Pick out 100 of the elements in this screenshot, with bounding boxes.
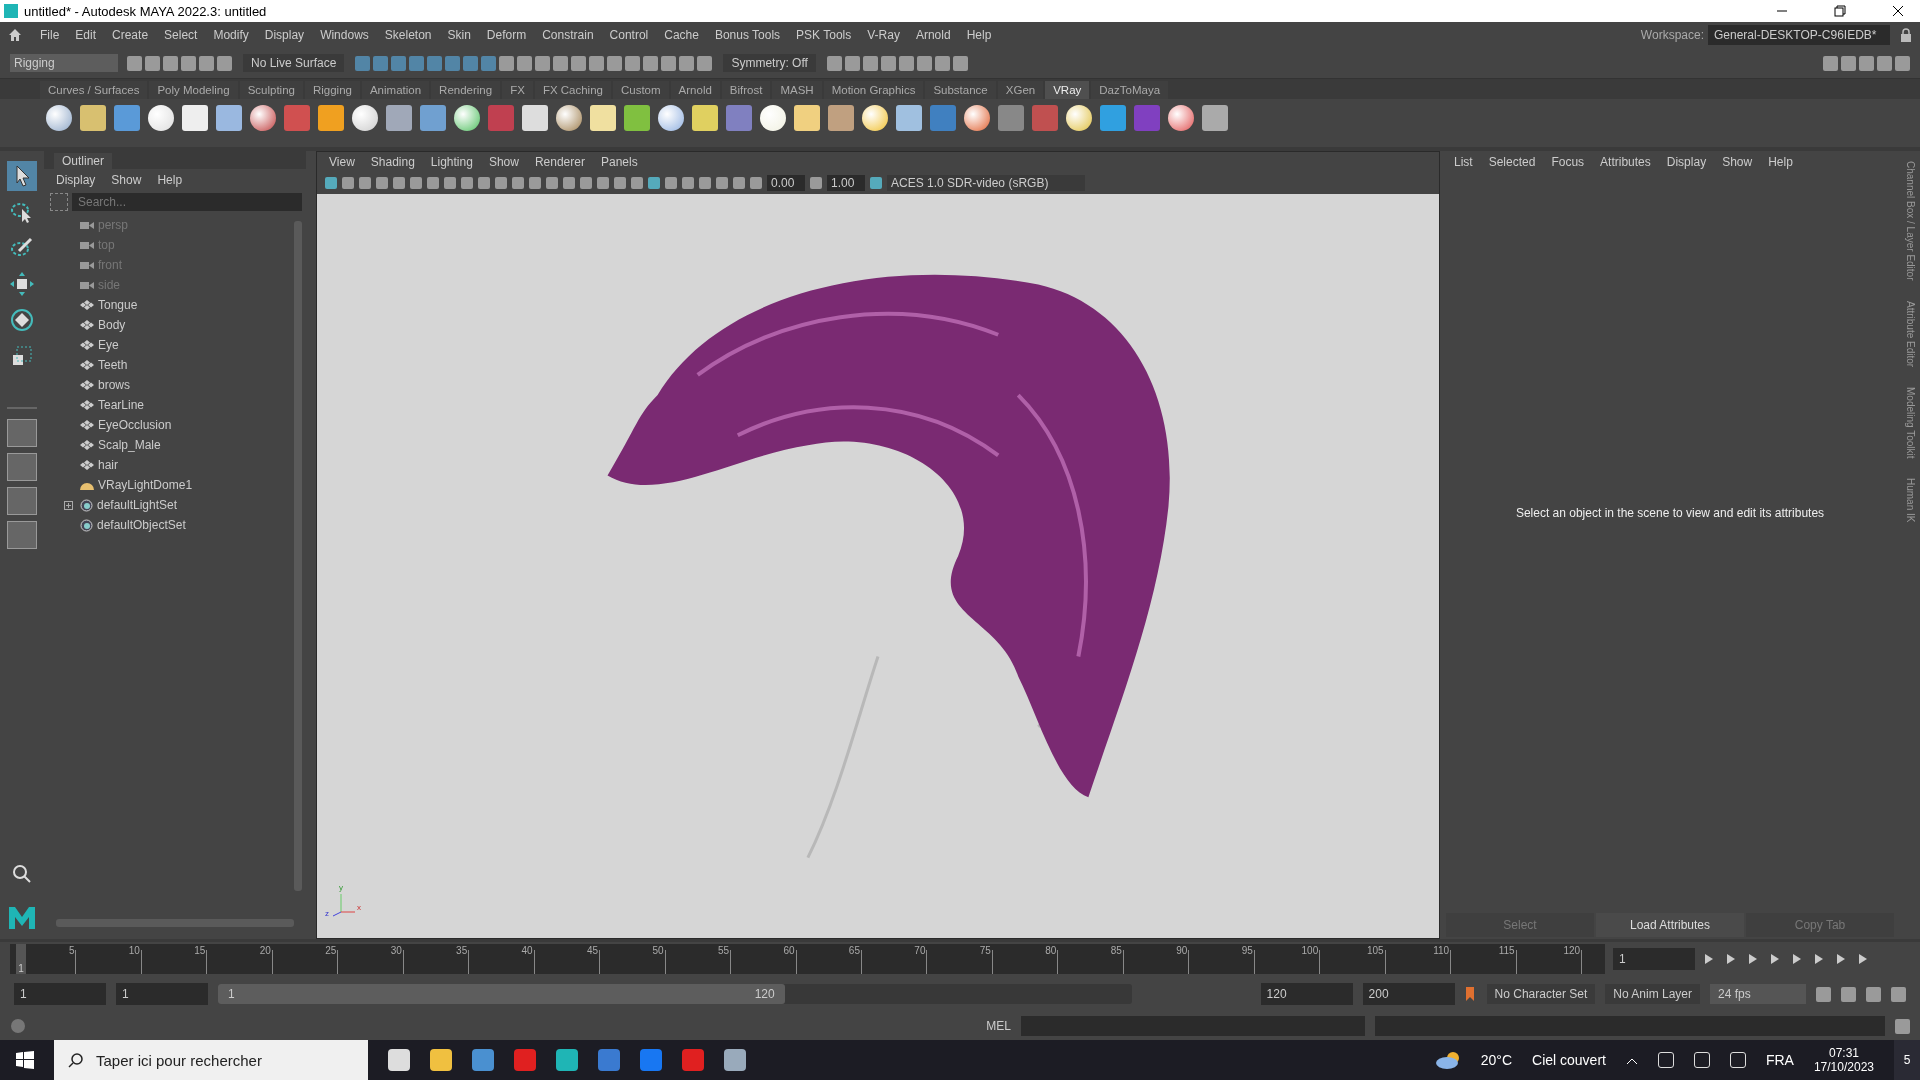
render-tool-icon[interactable] <box>934 55 950 71</box>
shelf-tab[interactable]: Substance <box>925 81 996 99</box>
menu-item[interactable]: Shading <box>362 155 423 169</box>
exposure-field[interactable]: 0.00 <box>767 175 805 191</box>
bookmark-icon[interactable] <box>1464 986 1477 1002</box>
playback-option-icon[interactable] <box>1841 986 1856 1002</box>
shelf-tab[interactable]: Arnold <box>670 81 720 99</box>
shelf-tab[interactable]: Custom <box>612 81 669 99</box>
viewport-tool-icon[interactable] <box>665 177 677 189</box>
shelf-tab[interactable]: XGen <box>997 81 1044 99</box>
toolbar-tool-icon[interactable] <box>499 55 515 71</box>
symmetry-dropdown[interactable]: Symmetry: Off <box>723 54 816 72</box>
shelf-tab[interactable]: Curves / Surfaces <box>40 81 148 99</box>
filter-icon[interactable] <box>50 193 68 211</box>
playback-option-icon[interactable] <box>1816 986 1831 1002</box>
workspace-dropdown[interactable]: General-DESKTOP-C96IEDB* <box>1708 25 1890 45</box>
panel-toggle-icon[interactable] <box>1859 55 1874 71</box>
viewport-tool-icon[interactable] <box>461 177 473 189</box>
side-tab[interactable]: Attribute Editor <box>1904 300 1916 367</box>
toolbar-tool-icon[interactable] <box>679 55 695 71</box>
toolbar-tool-icon[interactable] <box>571 55 587 71</box>
expand-icon[interactable] <box>64 500 76 510</box>
input-language-label[interactable]: FRA <box>1765 1052 1794 1068</box>
toolbar-tool-icon[interactable] <box>355 55 371 71</box>
shelf-tab[interactable]: FX Caching <box>534 81 611 99</box>
sphere-icon[interactable] <box>148 105 174 131</box>
menu-item[interactable]: Display <box>48 173 104 187</box>
render-tool-icon[interactable] <box>826 55 842 71</box>
toolbar-tool-icon[interactable] <box>181 55 196 71</box>
shelf-tab[interactable]: Animation <box>361 81 430 99</box>
end-frame-field[interactable]: 200 <box>1362 983 1455 1005</box>
search-field[interactable]: Search... <box>72 193 302 211</box>
toolbar-tool-icon[interactable] <box>661 55 677 71</box>
shelf-tab[interactable]: VRay <box>1045 81 1090 99</box>
layout-icon[interactable] <box>7 419 37 447</box>
toolbar-tool-icon[interactable] <box>373 55 389 71</box>
viewport-tool-icon[interactable] <box>580 177 592 189</box>
notification-badge[interactable]: 5 <box>1894 1040 1920 1080</box>
render-tool-icon[interactable] <box>844 55 860 71</box>
help-icon[interactable] <box>10 1018 26 1034</box>
menu-item[interactable]: Cache <box>656 28 707 42</box>
tray-icon[interactable] <box>1657 1052 1674 1068</box>
toolbar-tool-icon[interactable] <box>697 55 713 71</box>
menu-item[interactable]: Control <box>601 28 657 42</box>
menu-item[interactable]: Panels <box>592 155 646 169</box>
outliner-item[interactable]: brows <box>98 378 130 392</box>
restore-icon[interactable] <box>1834 5 1846 17</box>
menu-item[interactable]: Edit <box>67 28 105 42</box>
toolbar-tool-icon[interactable] <box>445 55 461 71</box>
playback-control-icon[interactable] <box>1769 953 1781 965</box>
menu-item[interactable]: Constrain <box>534 28 602 42</box>
menu-item[interactable]: Arnold <box>907 28 959 42</box>
outliner-item[interactable]: Scalp_Male <box>98 438 161 452</box>
menu-item[interactable]: Display <box>1658 155 1715 169</box>
outliner-item[interactable]: Teeth <box>98 358 128 372</box>
outliner-item[interactable]: Tongue <box>98 298 138 312</box>
shelf-tab[interactable]: MASH <box>772 81 822 99</box>
toolbar-tool-icon[interactable] <box>553 55 569 71</box>
clock-time[interactable]: 07:31 <box>1828 1046 1859 1060</box>
toolbar-tool-icon[interactable] <box>199 55 214 71</box>
menu-item[interactable]: Focus <box>1543 155 1593 169</box>
toolbar-tool-icon[interactable] <box>607 55 623 71</box>
taskbar-app-icon[interactable] <box>598 1049 620 1071</box>
toolbar-tool-icon[interactable] <box>517 55 533 71</box>
panel-button[interactable]: Load Attributes <box>1596 913 1744 937</box>
taskbar-app-icon[interactable] <box>472 1049 494 1071</box>
viewport-tool-icon[interactable] <box>342 177 354 189</box>
layout-icon[interactable] <box>7 453 37 481</box>
outliner-item[interactable]: TearLine <box>98 398 145 412</box>
sphere-icon[interactable] <box>556 105 582 131</box>
menu-item[interactable]: Renderer <box>526 155 593 169</box>
viewport-tool-icon[interactable] <box>648 177 660 189</box>
range-slider[interactable]: 1 120 <box>218 984 785 1004</box>
character-set-dropdown[interactable]: No Character Set <box>1486 984 1596 1004</box>
panel-toggle-icon[interactable] <box>1823 55 1838 71</box>
viewport-tool-icon[interactable] <box>682 177 694 189</box>
sphere-icon[interactable] <box>1168 105 1194 131</box>
viewport-tool-icon[interactable] <box>478 177 490 189</box>
outliner-item[interactable]: Body <box>98 318 126 332</box>
sphere-icon[interactable] <box>454 105 480 131</box>
shelf-tab[interactable]: Sculpting <box>239 81 303 99</box>
fps-dropdown[interactable]: 24 fps <box>1710 984 1806 1004</box>
outliner-item[interactable]: EyeOcclusion <box>98 418 172 432</box>
taskbar-app-icon[interactable] <box>388 1049 410 1071</box>
tray-icon[interactable] <box>1693 1052 1710 1068</box>
playback-option-icon[interactable] <box>1866 986 1881 1002</box>
viewport-tool-icon[interactable] <box>733 177 745 189</box>
viewport-tool-icon[interactable] <box>699 177 711 189</box>
menu-item[interactable]: View <box>321 155 363 169</box>
playback-start-field[interactable]: 1 <box>116 983 208 1005</box>
outliner-item[interactable]: VRayLightDome1 <box>98 478 193 492</box>
shelf-tab[interactable]: Rigging <box>304 81 360 99</box>
toolbar-tool-icon[interactable] <box>163 55 178 71</box>
close-icon[interactable] <box>1892 5 1904 17</box>
playback-control-icon[interactable] <box>1725 953 1737 965</box>
lock-icon[interactable] <box>1900 28 1912 42</box>
clock-date[interactable]: 17/10/2023 <box>1813 1060 1874 1074</box>
toolbar-tool-icon[interactable] <box>481 55 497 71</box>
menu-item[interactable]: Skin <box>439 28 479 42</box>
viewport-tool-icon[interactable] <box>410 177 422 189</box>
